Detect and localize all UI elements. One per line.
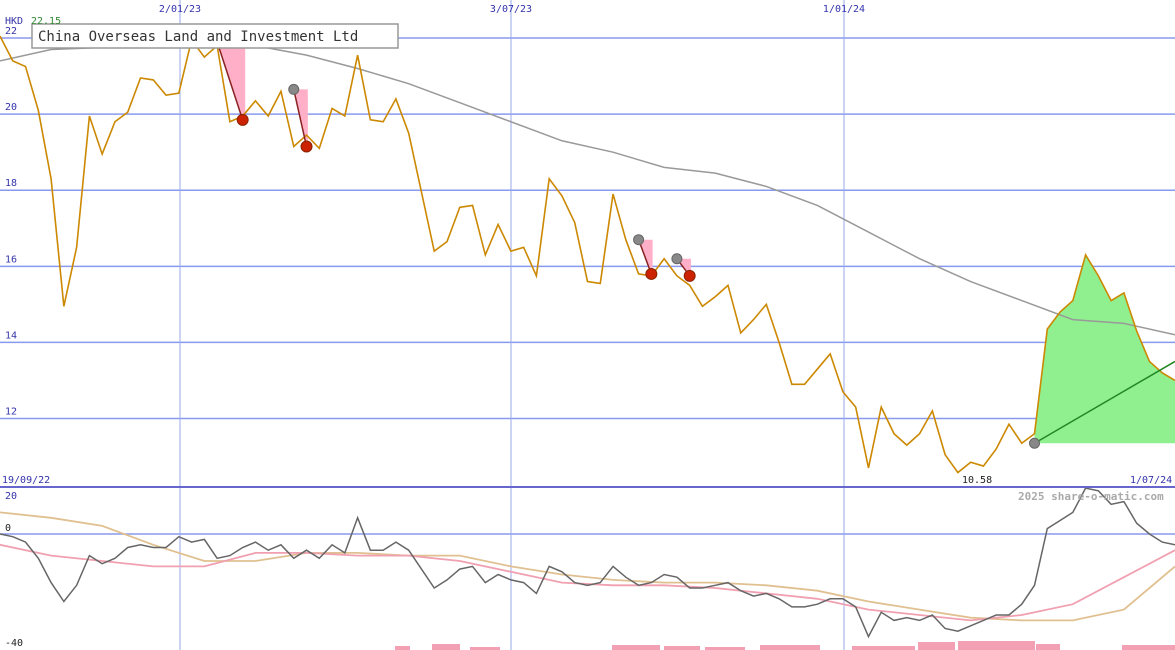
sell-signal-end-1 xyxy=(300,140,313,153)
currency-label: HKD xyxy=(5,16,23,27)
volume-bar-0 xyxy=(395,646,410,650)
volume-bar-8 xyxy=(918,642,955,650)
sell-signal-start-3 xyxy=(671,253,683,265)
start-date-label: 19/09/22 xyxy=(2,475,50,486)
x-tick-label-1/01/24: 1/01/24 xyxy=(823,4,865,15)
volume-bar-10 xyxy=(1036,644,1060,650)
period-low-label: 10.58 xyxy=(962,475,992,486)
chart-container: 12 14 16 18 20 22 20 0 -40 2/01/23 3/07/23 1/01/24 … xyxy=(0,0,1175,650)
lower-panel-bg xyxy=(0,488,1175,650)
volume-bar-6 xyxy=(760,645,820,650)
y-tick-label-16: 16 xyxy=(5,254,17,265)
volume-bar-1 xyxy=(432,644,460,650)
chart-title: China Overseas Land and Investment Ltd xyxy=(38,29,358,45)
stock-chart: 121416182022200-402/01/23 3/07/23 1/01/24 … xyxy=(0,0,1175,650)
y-tick-label-14: 14 xyxy=(5,330,17,341)
volume-bar-7 xyxy=(852,646,915,650)
y-tick-label-20: 20 xyxy=(5,102,17,113)
x-tick-label-2/01/23: 2/01/23 xyxy=(159,4,201,15)
volume-bar-11 xyxy=(1122,645,1175,650)
volume-bar-9 xyxy=(958,641,1035,650)
y-tick-label-18: 18 xyxy=(5,178,17,189)
lower-tick-label--40: -40 xyxy=(5,638,23,649)
watermark: 2025 share-o-matic.com xyxy=(1018,490,1164,503)
lower-tick-label-20: 20 xyxy=(5,491,17,502)
sell-signal-start-2 xyxy=(633,234,645,246)
y-tick-label-12: 12 xyxy=(5,407,17,418)
sell-signal-end-2 xyxy=(645,267,658,280)
sell-signal-end-3 xyxy=(683,269,696,282)
sell-signal-end-0 xyxy=(236,113,249,126)
end-date-label: 1/07/24 xyxy=(1130,475,1172,486)
lower-tick-label-0: 0 xyxy=(5,523,11,534)
sell-signal-start-1 xyxy=(288,83,300,95)
price-panel-bg xyxy=(0,0,1175,487)
volume-bar-4 xyxy=(664,646,700,650)
x-tick-label-3/07/23: 3/07/23 xyxy=(490,4,532,15)
last-high-label: 22.15 xyxy=(31,16,61,27)
buy-signal-marker xyxy=(1029,437,1041,449)
y-tick-label-22: 22 xyxy=(5,26,17,37)
volume-bar-3 xyxy=(612,645,660,650)
